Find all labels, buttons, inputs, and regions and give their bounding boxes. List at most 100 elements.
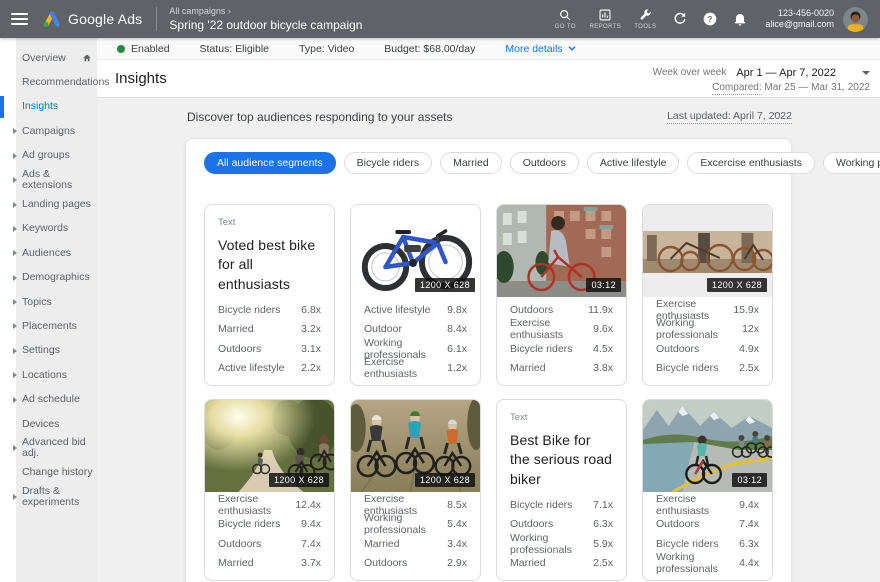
- stat-label: Married: [510, 557, 546, 569]
- sidebar-item-label: Drafts & experiments: [22, 486, 97, 508]
- more-details-button[interactable]: More details: [505, 43, 575, 55]
- notifications-button[interactable]: [727, 6, 753, 32]
- audience-stats: Exercise enthusiasts9.4xOutdoors7.4xBicy…: [656, 495, 759, 573]
- sidebar-item-locations[interactable]: Locations: [16, 363, 97, 387]
- sidebar-item-campaigns[interactable]: Campaigns: [16, 119, 97, 143]
- sidebar-item-change-history[interactable]: Change history: [16, 461, 97, 485]
- menu-icon[interactable]: [11, 13, 28, 25]
- sidebar-item-ad-schedule[interactable]: Ad schedule: [16, 387, 97, 411]
- sidebar-item-label: Locations: [22, 370, 71, 381]
- text-asset-card-7: TextBest Bike for the serious road biker…: [496, 399, 627, 581]
- sidebar-item-insights[interactable]: Insights: [16, 95, 97, 119]
- sidebar-item-demographics[interactable]: Demographics: [16, 266, 97, 290]
- sidebar-item-label: Keywords: [22, 223, 72, 234]
- sidebar-item-label: Recommendations: [22, 77, 114, 88]
- stat-row: Married3.7x: [218, 554, 321, 574]
- stat-label: Exercise enthusiasts: [510, 317, 593, 341]
- sidebar-item-devices[interactable]: Devices: [16, 412, 97, 436]
- stat-value: 2.9x: [447, 557, 467, 569]
- asset-thumbnail: 03:12: [497, 205, 626, 297]
- stat-row: Married3.4x: [364, 534, 467, 554]
- stat-label: Bicycle riders: [510, 499, 572, 511]
- avatar[interactable]: [843, 7, 868, 32]
- stat-label: Bicycle riders: [510, 343, 572, 355]
- stat-value: 2.2x: [301, 362, 321, 374]
- chip-married[interactable]: Married: [440, 152, 502, 174]
- svg-text:?: ?: [708, 15, 713, 24]
- asset-thumbnail: 1200 X 628: [351, 400, 480, 492]
- sidebar-item-label: Ads & extensions: [22, 169, 97, 191]
- stat-value: 3.1x: [301, 343, 321, 355]
- sidebar-item-drafts-experiments[interactable]: Drafts & experiments: [16, 485, 97, 509]
- text-asset-card-1: TextVoted best bike for all enthusiastsB…: [204, 204, 335, 386]
- sidebar-item-recommendations[interactable]: Recommendations: [16, 70, 97, 94]
- sidebar-item-placements[interactable]: Placements: [16, 314, 97, 338]
- sidebar-item-settings[interactable]: Settings: [16, 339, 97, 363]
- stat-row: Bicycle riders 4.5x: [510, 339, 613, 359]
- help-button[interactable]: ?: [697, 6, 723, 32]
- chip-bicycle-riders[interactable]: Bicycle riders: [344, 152, 432, 174]
- sidebar-item-advanced-bid-adj[interactable]: Advanced bid adj.: [16, 436, 97, 460]
- asset-card-5: 1200 X 628Exercise enthusiasts12.4xBicyc…: [204, 399, 335, 581]
- go-to-button[interactable]: GO TO: [547, 8, 583, 30]
- reports-button[interactable]: REPORTS: [587, 8, 623, 30]
- expand-arrow-icon: [13, 397, 17, 403]
- google-ads-logo[interactable]: Google Ads: [40, 9, 142, 30]
- chip-active-lifestyle[interactable]: Active lifestyle: [587, 152, 680, 174]
- topbar-actions: GO TO REPORTS TOOLS ?: [547, 6, 880, 32]
- sidebar-item-label: Overview: [22, 53, 70, 64]
- sidebar-item-ads-extensions[interactable]: Ads & extensions: [16, 168, 97, 192]
- stat-value: 3.4x: [447, 538, 467, 550]
- stat-row: Outdoors3.1x: [218, 339, 321, 359]
- stat-row: Married2.5x: [510, 554, 613, 574]
- stat-row: Exercise enthusiasts12.4x: [218, 495, 321, 515]
- stat-row: Exercise enthusiasts1.2x: [364, 359, 467, 379]
- sidebar-item-label: Insights: [22, 101, 62, 112]
- sidebar-item-label: Audiences: [22, 248, 75, 259]
- divider: [156, 7, 157, 31]
- sidebar-item-topics[interactable]: Topics: [16, 290, 97, 314]
- sidebar-item-overview[interactable]: Overview: [16, 46, 97, 70]
- sidebar-item-keywords[interactable]: Keywords: [16, 217, 97, 241]
- sidebar-item-audiences[interactable]: Audiences: [16, 241, 97, 265]
- chip-working-professionals[interactable]: Working professionals: [823, 152, 880, 174]
- asset-thumbnail: 1200 X 628: [205, 400, 334, 492]
- audience-stats: Bicycle riders7.1xOutdoors6.3xWorking pr…: [510, 495, 613, 573]
- stat-label: Bicycle riders: [656, 362, 718, 374]
- chip-outdoors[interactable]: Outdoors: [510, 152, 579, 174]
- sidebar-item-label: Advanced bid adj.: [22, 437, 97, 459]
- last-updated: Last updated: April 7, 2022: [667, 110, 792, 124]
- audience-stats: Exercise enthusiasts12.4xBicycle riders9…: [218, 495, 321, 573]
- stat-value: 3.8x: [593, 362, 613, 374]
- asset-title: Best Bike for the serious road biker: [510, 431, 613, 489]
- stat-value: 2.5x: [739, 362, 759, 374]
- stat-row: Bicycle riders9.4x: [218, 515, 321, 535]
- sidebar-item-label: Settings: [22, 345, 64, 356]
- refresh-button[interactable]: [667, 6, 693, 32]
- dropdown-caret-icon: [862, 71, 870, 75]
- avatar-image: [843, 7, 868, 32]
- stat-value: 15.9x: [733, 304, 759, 316]
- stat-value: 6.3x: [593, 518, 613, 530]
- assets-grid: TextVoted best bike for all enthusiastsB…: [204, 204, 773, 581]
- stat-row: Working professionals5.9x: [510, 534, 613, 554]
- stat-value: 4.5x: [593, 343, 613, 355]
- asset-type-label: Text: [218, 217, 321, 228]
- date-range-selector[interactable]: Week over week Apr 1 — Apr 7, 2022: [653, 67, 870, 79]
- sidebar-item-label: Topics: [22, 297, 56, 308]
- chip-all-audience-segments[interactable]: All audience segments: [204, 152, 336, 174]
- sidebar-item-label: Campaigns: [22, 126, 79, 137]
- stat-value: 12.4x: [295, 499, 321, 511]
- breadcrumb[interactable]: All campaigns ›: [169, 6, 362, 16]
- stat-label: Bicycle riders: [218, 518, 280, 530]
- stat-row: Working professionals4.4x: [656, 554, 759, 574]
- stat-value: 7.4x: [301, 538, 321, 550]
- chip-excercise-enthusiasts[interactable]: Excercise enthusiasts: [687, 152, 815, 174]
- sidebar-item-landing-pages[interactable]: Landing pages: [16, 192, 97, 216]
- tools-button[interactable]: TOOLS: [627, 8, 663, 30]
- stat-label: Exercise enthusiasts: [218, 493, 295, 517]
- audience-stats: Exercise enthusiasts8.5xWorking professi…: [364, 495, 467, 573]
- stat-value: 8.5x: [447, 499, 467, 511]
- sidebar-item-ad-groups[interactable]: Ad groups: [16, 144, 97, 168]
- asset-size-badge: 1200 X 628: [415, 473, 475, 487]
